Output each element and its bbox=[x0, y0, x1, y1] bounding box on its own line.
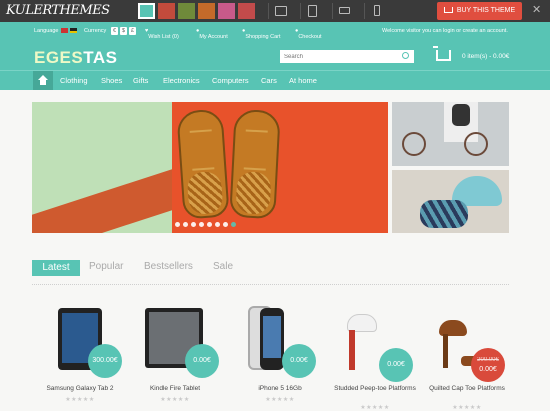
color-swatch[interactable] bbox=[138, 3, 155, 19]
product-name[interactable]: iPhone 5 16Gb bbox=[230, 384, 330, 393]
price-badge: 0.00€ bbox=[379, 348, 413, 382]
color-swatch[interactable] bbox=[178, 3, 195, 19]
slide-shoe-left bbox=[176, 108, 230, 220]
search-input[interactable] bbox=[280, 50, 414, 63]
product-card[interactable]: 0.00€ Kindle Fire Tablet ★★★★★ bbox=[125, 300, 225, 406]
shopping-cart-label: Shopping Cart bbox=[245, 34, 281, 40]
tab-popular[interactable]: Popular bbox=[89, 261, 123, 272]
color-swatch[interactable] bbox=[218, 3, 235, 19]
slide-dot[interactable] bbox=[175, 222, 180, 227]
nav-item-gifts[interactable]: Gifts bbox=[133, 76, 148, 85]
nav-item-computers[interactable]: Computers bbox=[212, 76, 249, 85]
slide-dot[interactable] bbox=[207, 222, 212, 227]
rating-stars: ★★★★★ bbox=[360, 405, 390, 411]
checkout-label: Checkout bbox=[298, 34, 322, 40]
nav-item-shoes[interactable]: Shoes bbox=[101, 76, 122, 85]
tablet-landscape-button[interactable] bbox=[332, 3, 356, 19]
new-price: 0.00€ bbox=[479, 366, 497, 373]
product-card[interactable]: 300.00€ Samsung Galaxy Tab 2 ★★★★★ bbox=[30, 300, 130, 406]
phone-icon bbox=[374, 5, 380, 16]
currency-euro-button[interactable]: € bbox=[111, 27, 118, 35]
tablet-icon bbox=[308, 5, 317, 17]
currency-label: Currency bbox=[84, 28, 107, 34]
close-icon[interactable]: ✕ bbox=[532, 3, 541, 16]
tablet-landscape-icon bbox=[339, 7, 350, 14]
nav-item-electronics[interactable]: Electronics bbox=[163, 76, 200, 85]
welcome-text: Welcome visitor you can login or create … bbox=[382, 28, 508, 34]
home-icon[interactable] bbox=[33, 71, 53, 90]
product-card[interactable]: 0.00€ iPhone 5 16Gb ★★★★★ bbox=[230, 300, 330, 406]
slide-dot[interactable] bbox=[215, 222, 220, 227]
sale-price-badge: 200.00€ 0.00€ bbox=[471, 348, 505, 382]
cart-summary[interactable]: 0 item(s) - 0.00€ bbox=[462, 53, 509, 60]
product-name[interactable]: Studded Peep-toe Platforms bbox=[325, 384, 425, 393]
wishlist-label: Wish List (0) bbox=[148, 34, 179, 40]
product-card[interactable]: 200.00€ 0.00€ Quilted Cap Toe Platforms ★… bbox=[417, 300, 517, 411]
currency-pound-button[interactable]: £ bbox=[129, 27, 136, 35]
color-swatch[interactable] bbox=[198, 3, 215, 19]
rating-stars: ★★★★★ bbox=[452, 405, 482, 411]
rating-stars: ★★★★★ bbox=[160, 397, 190, 403]
price-badge: 0.00€ bbox=[185, 344, 219, 378]
phone-view-button[interactable] bbox=[364, 3, 388, 19]
shopping-cart-link[interactable]: ● Shopping Cart bbox=[242, 28, 281, 40]
slide-dot-active[interactable] bbox=[231, 222, 236, 227]
logo-part-1: EGES bbox=[34, 48, 84, 67]
tab-latest[interactable]: Latest bbox=[32, 260, 80, 276]
slide-dot[interactable] bbox=[199, 222, 204, 227]
store-logo[interactable]: EGESTAS bbox=[34, 48, 118, 68]
desktop-icon bbox=[275, 6, 287, 16]
search-icon[interactable] bbox=[402, 52, 409, 59]
color-swatch[interactable] bbox=[158, 3, 175, 19]
slide-shoe-right bbox=[229, 108, 281, 220]
cart-icon bbox=[443, 7, 453, 13]
logo-part-2: TAS bbox=[83, 48, 118, 67]
rating-stars: ★★★★★ bbox=[265, 397, 295, 403]
slide-dot[interactable] bbox=[183, 222, 188, 227]
flag-uk-icon[interactable] bbox=[61, 28, 68, 33]
nav-item-cars[interactable]: Cars bbox=[261, 76, 277, 85]
buy-theme-button[interactable]: BUY THIS THEME bbox=[437, 2, 522, 20]
main-nav: Clothing Shoes Gifts Electronics Compute… bbox=[0, 70, 550, 90]
nav-item-at-home[interactable]: At home bbox=[289, 76, 317, 85]
product-name[interactable]: Samsung Galaxy Tab 2 bbox=[30, 384, 130, 393]
tab-sale[interactable]: Sale bbox=[213, 261, 233, 272]
language-label: Language bbox=[34, 28, 59, 34]
account-label: My Account bbox=[199, 34, 228, 40]
tab-divider bbox=[32, 284, 509, 285]
utility-bar: Language Currency € $ £ ♥ Wish List (0) … bbox=[0, 22, 550, 42]
rating-stars: ★★★★★ bbox=[65, 397, 95, 403]
tablet-portrait-button[interactable] bbox=[300, 3, 324, 19]
theme-bar: KULERTHEMES BUY THIS THEME ✕ bbox=[0, 0, 550, 22]
color-swatch[interactable] bbox=[238, 3, 255, 19]
kulerthemes-logo[interactable]: KULERTHEMES bbox=[6, 3, 110, 18]
product-name[interactable]: Quilted Cap Toe Platforms bbox=[417, 384, 517, 393]
wishlist-link[interactable]: ♥ Wish List (0) bbox=[145, 28, 179, 40]
old-price: 200.00€ bbox=[477, 357, 499, 363]
account-link[interactable]: ● My Account bbox=[196, 28, 228, 40]
price-badge: 300.00€ bbox=[88, 344, 122, 378]
slide-dot[interactable] bbox=[191, 222, 196, 227]
price-badge: 0.00€ bbox=[282, 344, 316, 378]
buy-label: BUY THIS THEME bbox=[456, 7, 516, 14]
banner-cap[interactable] bbox=[392, 170, 509, 233]
flag-de-icon[interactable] bbox=[70, 28, 77, 33]
product-name[interactable]: Kindle Fire Tablet bbox=[125, 384, 225, 393]
hero-slideshow[interactable] bbox=[32, 102, 388, 233]
checkout-link[interactable]: ● Checkout bbox=[295, 28, 322, 40]
cart-icon[interactable] bbox=[433, 46, 451, 61]
product-image[interactable] bbox=[230, 300, 330, 380]
desktop-view-button[interactable] bbox=[268, 3, 292, 19]
nav-item-clothing[interactable]: Clothing bbox=[60, 76, 88, 85]
tab-bestsellers[interactable]: Bestsellers bbox=[144, 261, 193, 272]
product-card[interactable]: 0.00€ Studded Peep-toe Platforms ★★★★★ bbox=[325, 300, 425, 411]
currency-dollar-button[interactable]: $ bbox=[120, 27, 127, 35]
banner-bicycle[interactable] bbox=[392, 102, 509, 166]
site-header: EGESTAS 0 item(s) - 0.00€ bbox=[0, 42, 550, 70]
slide-dot[interactable] bbox=[223, 222, 228, 227]
